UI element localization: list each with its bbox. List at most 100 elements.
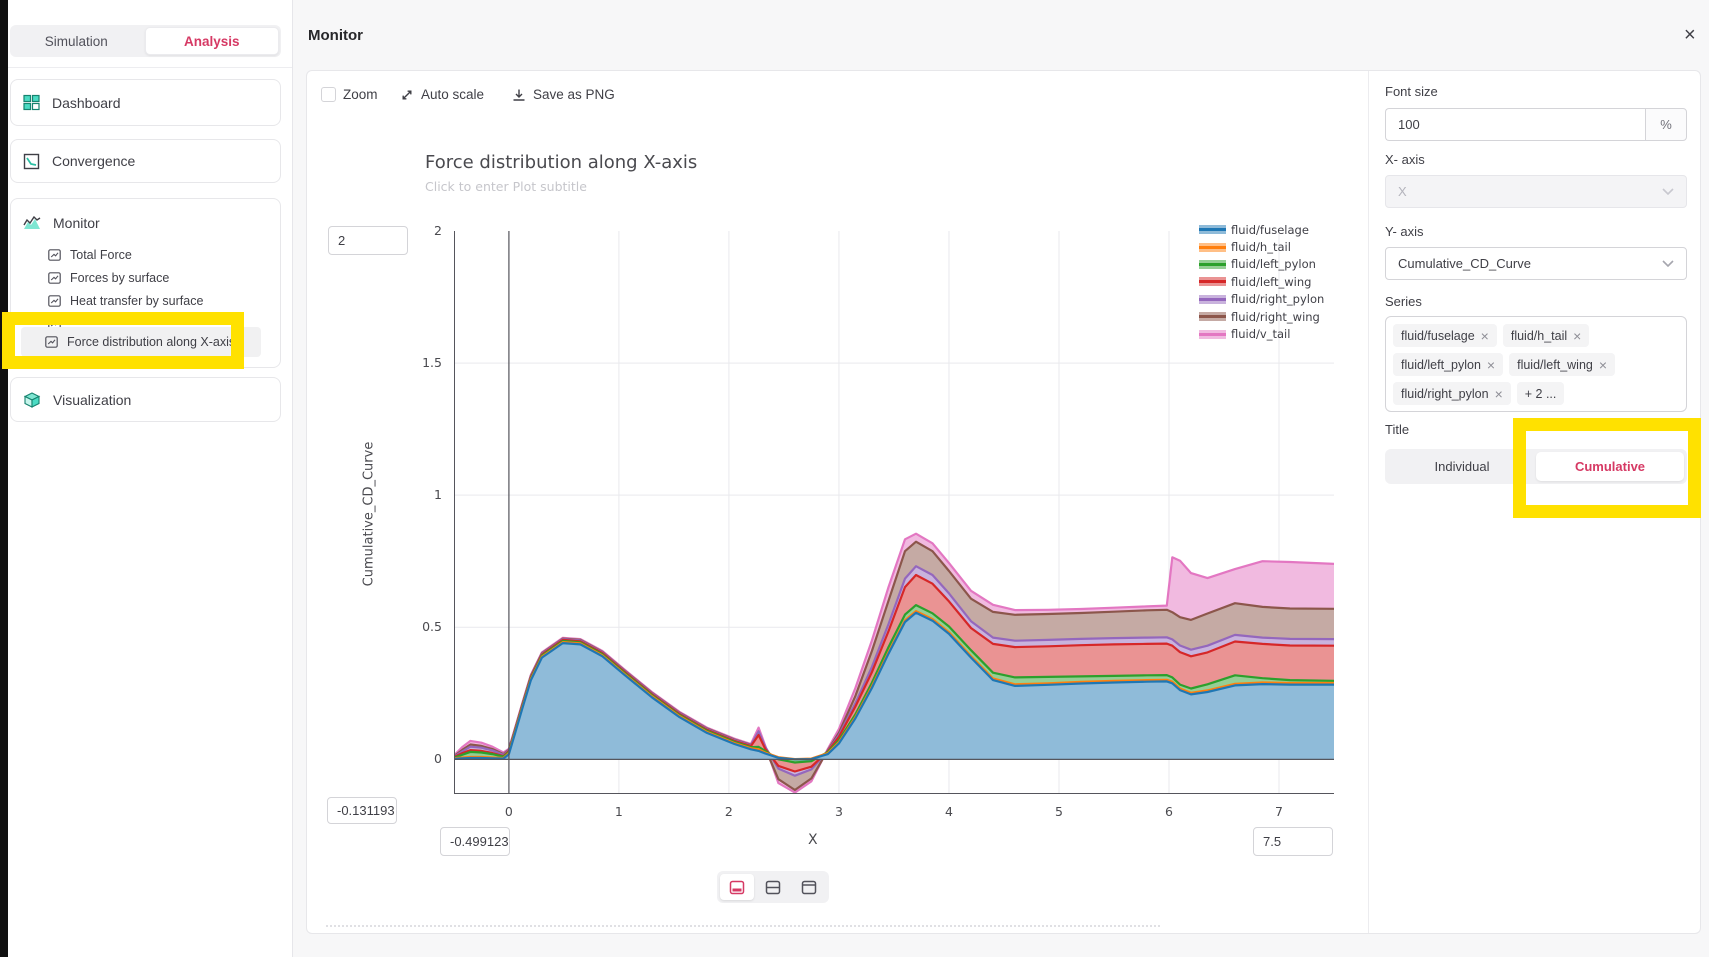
x-min-input[interactable]: -0.499123 <box>440 827 510 856</box>
font-size-group: % <box>1385 108 1687 141</box>
layout-single-button[interactable] <box>720 874 754 900</box>
sidebar-item-label: Dashboard <box>52 95 121 111</box>
y-tick: 1 <box>434 487 442 502</box>
sidebar-subitem-label: Heat transfer by surface <box>70 294 203 308</box>
x-axis-title: X <box>808 832 818 848</box>
remove-chip-icon[interactable]: × <box>1573 330 1581 342</box>
remove-chip-icon[interactable]: × <box>1599 359 1607 371</box>
series-chip-left-pylon[interactable]: fluid/left_pylon× <box>1393 353 1503 376</box>
convergence-icon <box>23 153 40 170</box>
layout-single-icon <box>729 880 745 895</box>
autoscale-button[interactable]: Auto scale <box>400 87 484 102</box>
legend-swatch <box>1199 295 1226 304</box>
legend-label: fluid/right_pylon <box>1231 292 1324 306</box>
tab-analysis[interactable]: Analysis <box>145 27 280 55</box>
sidebar-item-label: Monitor <box>53 215 100 231</box>
remove-chip-icon[interactable]: × <box>1495 388 1503 400</box>
sidebar-divider <box>8 67 292 68</box>
chart-legend: fluid/fuselage fluid/h_tail fluid/left_pyl… <box>1199 221 1324 343</box>
title-mode-toggle: Individual Cumulative <box>1385 449 1687 484</box>
x-tick: 4 <box>945 804 953 819</box>
autoscale-icon <box>400 88 414 102</box>
sidebar-item-label: Convergence <box>52 153 135 169</box>
y-max-input[interactable]: 2 <box>328 226 408 255</box>
legend-swatch <box>1199 225 1226 234</box>
sidebar-subitem-label: Total Force <box>70 248 132 262</box>
sidebar-subitem-label: Force distribution along X-axis <box>67 335 235 349</box>
tab-simulation[interactable]: Simulation <box>10 25 143 57</box>
legend-item[interactable]: fluid/left_pylon <box>1199 256 1324 273</box>
remove-chip-icon[interactable]: × <box>1481 330 1489 342</box>
legend-label: fluid/right_wing <box>1231 310 1320 324</box>
autoscale-label: Auto scale <box>421 87 484 102</box>
plot-wrapper: 00.511.52 01234567 fluid/fuselagefluid/h… <box>454 231 1334 794</box>
cumulative-toggle-button[interactable]: Cumulative <box>1536 452 1684 481</box>
x-tick: 6 <box>1165 804 1173 819</box>
x-tick: 0 <box>505 804 513 819</box>
chart-subtitle-placeholder[interactable]: Click to enter Plot subtitle <box>425 179 587 194</box>
series-chipbox: fluid/fuselage× fluid/h_tail× fluid/left… <box>1385 316 1687 412</box>
y-axis-label: Y- axis <box>1385 224 1424 239</box>
chart-title[interactable]: Force distribution along X-axis <box>425 152 697 173</box>
y-tick: 2 <box>434 223 442 238</box>
legend-item[interactable]: fluid/left_wing <box>1199 273 1324 290</box>
sidebar-item-dashboard[interactable]: Dashboard <box>10 79 281 126</box>
sidebar: Simulation Analysis Dashboard <box>8 0 293 957</box>
legend-swatch <box>1199 312 1226 321</box>
series-chip-right-pylon[interactable]: fluid/right_pylon× <box>1393 382 1511 405</box>
legend-item[interactable]: fluid/right_wing <box>1199 308 1324 325</box>
legend-label: fluid/v_tail <box>1231 327 1290 341</box>
layout-split-button[interactable] <box>756 874 790 900</box>
sidebar-section-monitor: Monitor Total Force Forces by surface He… <box>10 198 281 368</box>
font-size-label: Font size <box>1385 84 1438 99</box>
zoom-toggle[interactable]: Zoom <box>321 87 378 102</box>
save-png-button[interactable]: Save as PNG <box>512 87 615 102</box>
legend-swatch <box>1199 330 1226 339</box>
close-icon[interactable]: × <box>1684 27 1696 43</box>
y-tick: 1.5 <box>422 355 442 370</box>
x-max-input[interactable]: 7.5 <box>1253 827 1333 856</box>
sidebar-subitem-force-distribution-x[interactable]: Force distribution along X-axis <box>21 327 261 357</box>
legend-item[interactable]: fluid/v_tail <box>1199 325 1324 342</box>
sidebar-item-label: Visualization <box>53 392 131 408</box>
legend-label: fluid/left_wing <box>1231 275 1311 289</box>
series-chip-h-tail[interactable]: fluid/h_tail× <box>1503 324 1589 347</box>
series-label: Series <box>1385 294 1422 309</box>
sidebar-subitem-total-force[interactable]: Total Force <box>48 245 280 265</box>
y-tick: 0.5 <box>422 619 442 634</box>
download-icon <box>512 88 526 102</box>
legend-label: fluid/h_tail <box>1231 240 1291 254</box>
series-chip-more[interactable]: + 2 ... <box>1517 382 1565 405</box>
zoom-label: Zoom <box>343 87 378 102</box>
y-axis-select[interactable]: Cumulative_CD_Curve <box>1385 247 1687 280</box>
legend-swatch <box>1199 277 1226 286</box>
series-chip-left-wing[interactable]: fluid/left_wing× <box>1509 353 1615 376</box>
bottom-separator <box>326 925 1160 927</box>
page-title: Monitor <box>308 27 363 44</box>
font-size-input[interactable] <box>1385 108 1645 141</box>
y-tick: 0 <box>434 751 442 766</box>
y-min-input[interactable]: -0.131193 <box>327 797 397 824</box>
layout-split-icon <box>765 880 781 895</box>
sidebar-subitem-heat-transfer[interactable]: Heat transfer by surface <box>48 291 280 311</box>
chevron-down-icon <box>1662 260 1674 267</box>
series-chip-fuselage[interactable]: fluid/fuselage× <box>1393 324 1497 347</box>
zoom-checkbox[interactable] <box>321 87 336 102</box>
legend-item[interactable]: fluid/right_pylon <box>1199 291 1324 308</box>
legend-item[interactable]: fluid/h_tail <box>1199 238 1324 255</box>
sidebar-subitem-forces-by-surface[interactable]: Forces by surface <box>48 268 280 288</box>
layout-stacked-icon <box>801 880 817 895</box>
chevron-down-icon <box>1662 188 1674 195</box>
sidebar-item-monitor[interactable]: Monitor <box>11 203 280 243</box>
chart-panel-icon <box>48 249 61 261</box>
legend-swatch <box>1199 243 1226 252</box>
left-rail <box>0 0 8 957</box>
save-png-label: Save as PNG <box>533 87 615 102</box>
sidebar-item-visualization[interactable]: Visualization <box>10 377 281 422</box>
legend-swatch <box>1199 260 1226 269</box>
legend-item[interactable]: fluid/fuselage <box>1199 221 1324 238</box>
remove-chip-icon[interactable]: × <box>1487 359 1495 371</box>
layout-stacked-button[interactable] <box>792 874 826 900</box>
sidebar-item-convergence[interactable]: Convergence <box>10 139 281 183</box>
individual-toggle-button[interactable]: Individual <box>1388 452 1536 481</box>
